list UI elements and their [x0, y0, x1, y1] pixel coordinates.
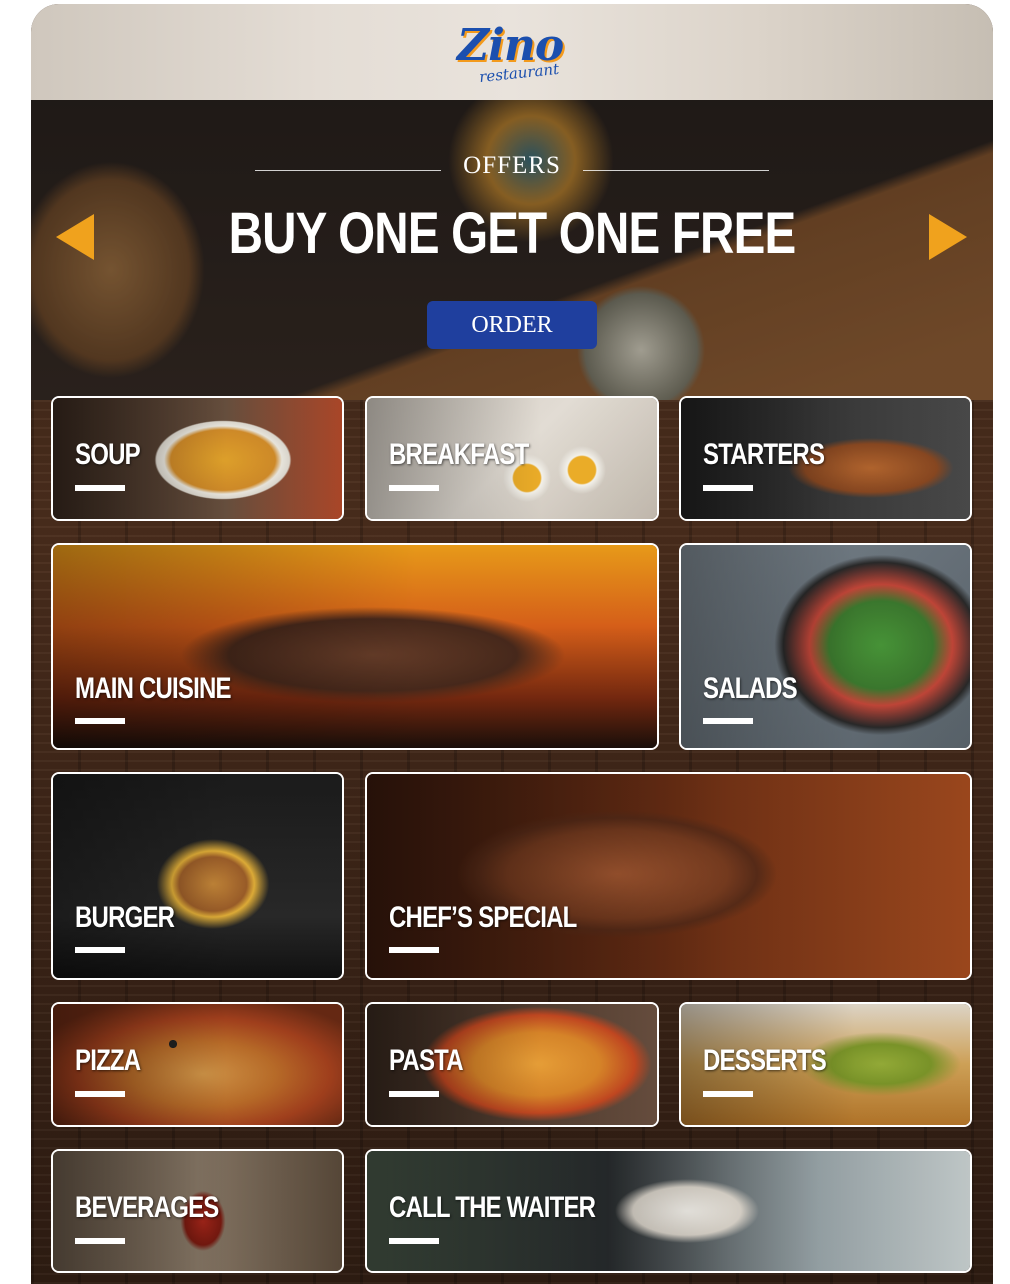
category-label: CALL THE WAITER	[389, 1191, 596, 1224]
category-underline	[389, 485, 439, 491]
offers-kicker: OFFERS	[463, 152, 561, 179]
category-underline	[389, 947, 439, 953]
category-underline	[703, 718, 753, 724]
category-underline	[703, 1091, 753, 1097]
category-tile-pizza[interactable]: PIZZA	[51, 1002, 344, 1127]
category-tile-pasta[interactable]: PASTA	[365, 1002, 659, 1127]
category-underline	[389, 1091, 439, 1097]
category-label: MAIN CUISINE	[75, 672, 232, 705]
category-tile-beverages[interactable]: BEVERAGES	[51, 1149, 344, 1273]
category-underline	[389, 1238, 439, 1244]
category-underline	[75, 485, 125, 491]
category-tile-call-the-waiter[interactable]: CALL THE WAITER	[365, 1149, 972, 1273]
category-label: SOUP	[75, 438, 141, 471]
menu-screen: Zino restaurant OFFERS BUY ONE GET ONE F…	[31, 4, 993, 1284]
previous-offer-arrow-icon[interactable]	[56, 214, 94, 260]
category-underline	[75, 947, 125, 953]
category-tile-main-cuisine[interactable]: MAIN CUISINE	[51, 543, 659, 750]
next-offer-arrow-icon[interactable]	[929, 214, 967, 260]
category-tile-soup[interactable]: SOUP	[51, 396, 344, 521]
category-label: CHEF’S SPECIAL	[389, 901, 577, 934]
category-tile-burger[interactable]: BURGER	[51, 772, 344, 980]
category-label: STARTERS	[703, 438, 825, 471]
category-label: SALADS	[703, 672, 798, 705]
category-underline	[75, 1091, 125, 1097]
category-underline	[75, 718, 125, 724]
category-label: BREAKFAST	[389, 438, 529, 471]
category-label: DESSERTS	[703, 1044, 827, 1077]
category-label: PIZZA	[75, 1044, 141, 1077]
category-underline	[75, 1238, 125, 1244]
category-tile-breakfast[interactable]: BREAKFAST	[365, 396, 659, 521]
restaurant-logo: Zino restaurant	[449, 20, 579, 86]
category-tile-salads[interactable]: SALADS	[679, 543, 972, 750]
header-bar: Zino restaurant	[31, 4, 993, 100]
category-tile-desserts[interactable]: DESSERTS	[679, 1002, 972, 1127]
category-label: PASTA	[389, 1044, 464, 1077]
offer-title: BUY ONE GET ONE FREE	[228, 201, 797, 266]
category-tile-starters[interactable]: STARTERS	[679, 396, 972, 521]
category-label: BEVERAGES	[75, 1191, 219, 1224]
category-label: BURGER	[75, 901, 175, 934]
category-tile-chefs-special[interactable]: CHEF’S SPECIAL	[365, 772, 972, 980]
order-button[interactable]: ORDER	[427, 301, 597, 349]
category-underline	[703, 485, 753, 491]
